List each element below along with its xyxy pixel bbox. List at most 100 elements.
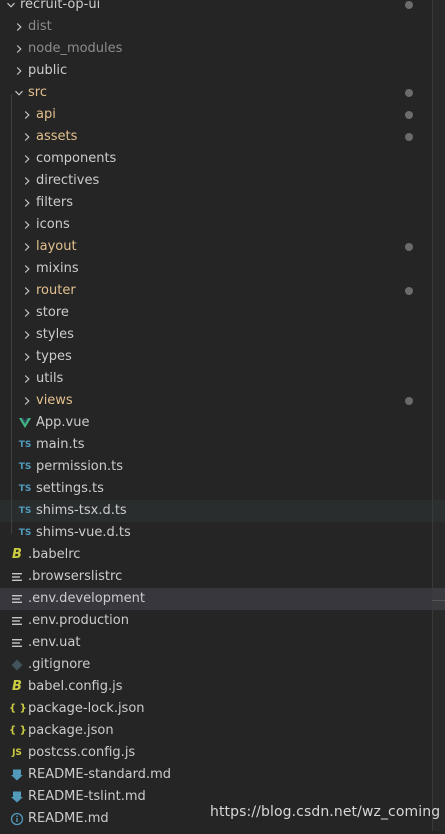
tree-item-label: .env.production	[28, 613, 129, 628]
babel-file-icon: B	[12, 679, 22, 694]
tree-item-label: .browserslistrc	[28, 569, 123, 584]
tree-item-label: styles	[36, 327, 74, 342]
git-change-dot	[405, 243, 413, 251]
folder-styles[interactable]: styles	[0, 324, 445, 346]
tree-item-label: shims-tsx.d.ts	[36, 503, 127, 518]
file-env-uat[interactable]: .env.uat	[0, 632, 445, 654]
file-package-lock-json[interactable]: { } package-lock.json	[0, 698, 445, 720]
scrollbar-thumb[interactable]	[433, 0, 445, 831]
tree-item-label: shims-vue.d.ts	[36, 525, 131, 540]
folder-dist[interactable]: dist	[0, 16, 445, 38]
babel-file-icon: B	[12, 547, 22, 562]
chevron-right-icon[interactable]	[11, 60, 27, 82]
file-readme-standard-md[interactable]: README-standard.md	[0, 764, 445, 786]
tree-item-label: package-lock.json	[28, 701, 145, 716]
chevron-right-icon[interactable]	[19, 280, 35, 302]
tree-item-label: recruit-op-ui	[20, 0, 101, 12]
tree-item-label: views	[36, 393, 73, 408]
tree-item-label: settings.ts	[36, 481, 104, 496]
chevron-down-icon[interactable]	[3, 0, 19, 16]
file-shims-vue-d-ts[interactable]: TS shims-vue.d.ts	[0, 522, 445, 544]
file-package-json[interactable]: { } package.json	[0, 720, 445, 742]
chevron-right-icon[interactable]	[19, 170, 35, 192]
chevron-down-icon[interactable]	[11, 82, 27, 104]
folder-store[interactable]: store	[0, 302, 445, 324]
git-change-dot	[405, 287, 413, 295]
markdown-file-icon	[9, 764, 25, 786]
folder-mixins[interactable]: mixins	[0, 258, 445, 280]
tree-item-label: filters	[36, 195, 74, 210]
tree-item-label: src	[28, 85, 47, 100]
git-change-dot	[405, 397, 413, 405]
tree-item-label: directives	[36, 173, 100, 188]
watermark-text: https://blog.csdn.net/wz_coming	[210, 804, 441, 820]
tree-item-label: README.md	[28, 811, 109, 826]
chevron-right-icon[interactable]	[19, 192, 35, 214]
chevron-right-icon[interactable]	[19, 390, 35, 412]
folder-icons[interactable]: icons	[0, 214, 445, 236]
file-main-ts[interactable]: TS main.ts	[0, 434, 445, 456]
markdown-file-icon	[9, 786, 25, 808]
chevron-right-icon[interactable]	[19, 148, 35, 170]
folder-assets[interactable]: assets	[0, 126, 445, 148]
file-babel-config-js[interactable]: Bbabel.config.js	[0, 676, 445, 698]
tree-item-label: assets	[36, 129, 78, 144]
typescript-file-icon: TS	[18, 484, 32, 494]
chevron-right-icon[interactable]	[11, 38, 27, 60]
tree-item-label: node_modules	[28, 41, 123, 56]
typescript-file-icon: TS	[18, 506, 32, 516]
chevron-right-icon[interactable]	[19, 302, 35, 324]
chevron-right-icon[interactable]	[11, 16, 27, 38]
tree-item-label: App.vue	[36, 415, 90, 430]
folder-filters[interactable]: filters	[0, 192, 445, 214]
folder-node-modules[interactable]: node_modules	[0, 38, 445, 60]
git-change-dot	[405, 133, 413, 141]
file-explorer-tree: recruit-op-ui dist node_modulespublic src ap…	[0, 0, 445, 830]
chevron-right-icon[interactable]	[19, 104, 35, 126]
file-env-production[interactable]: .env.production	[0, 610, 445, 632]
folder-router[interactable]: router	[0, 280, 445, 302]
tree-item-label: babel.config.js	[28, 679, 123, 694]
chevron-right-icon[interactable]	[19, 214, 35, 236]
folder-api[interactable]: api	[0, 104, 445, 126]
folder-views[interactable]: views	[0, 390, 445, 412]
javascript-file-icon: JS	[12, 748, 22, 758]
tree-item-label: utils	[36, 371, 64, 386]
tree-item-label: store	[36, 305, 69, 320]
file-permission-ts[interactable]: TS permission.ts	[0, 456, 445, 478]
file-app-vue[interactable]: App.vue	[0, 412, 445, 434]
overview-ruler-marker	[432, 600, 445, 601]
folder-directives[interactable]: directives	[0, 170, 445, 192]
typescript-file-icon: TS	[18, 462, 32, 472]
tree-item-label: package.json	[28, 723, 114, 738]
file-shims-tsx-d-ts[interactable]: TS shims-tsx.d.ts	[0, 500, 445, 522]
folder-components[interactable]: components	[0, 148, 445, 170]
chevron-right-icon[interactable]	[19, 236, 35, 258]
tree-item-label: .gitignore	[28, 657, 91, 672]
tree-item-label: types	[36, 349, 72, 364]
folder-recruit-op-ui[interactable]: recruit-op-ui	[0, 0, 445, 16]
config-file-icon	[9, 632, 25, 654]
tree-item-label: icons	[36, 217, 70, 232]
chevron-right-icon[interactable]	[19, 346, 35, 368]
tree-item-label: README-tslint.md	[28, 789, 146, 804]
file-gitignore[interactable]: .gitignore	[0, 654, 445, 676]
file-settings-ts[interactable]: TS settings.ts	[0, 478, 445, 500]
json-file-icon: { }	[9, 725, 27, 736]
indent-guide	[11, 94, 12, 534]
folder-src[interactable]: src	[0, 82, 445, 104]
file-browserslistrc[interactable]: .browserslistrc	[0, 566, 445, 588]
folder-types[interactable]: types	[0, 346, 445, 368]
file-babelrc[interactable]: B .babelrc	[0, 544, 445, 566]
file-env-development[interactable]: .env.development	[0, 588, 445, 610]
git-change-dot	[405, 111, 413, 119]
chevron-right-icon[interactable]	[19, 258, 35, 280]
folder-utils[interactable]: utils	[0, 368, 445, 390]
chevron-right-icon[interactable]	[19, 126, 35, 148]
folder-public[interactable]: public	[0, 60, 445, 82]
tree-item-label: mixins	[36, 261, 79, 276]
chevron-right-icon[interactable]	[19, 324, 35, 346]
file-postcss-config-js[interactable]: JS postcss.config.js	[0, 742, 445, 764]
folder-layout[interactable]: layout	[0, 236, 445, 258]
chevron-right-icon[interactable]	[19, 368, 35, 390]
